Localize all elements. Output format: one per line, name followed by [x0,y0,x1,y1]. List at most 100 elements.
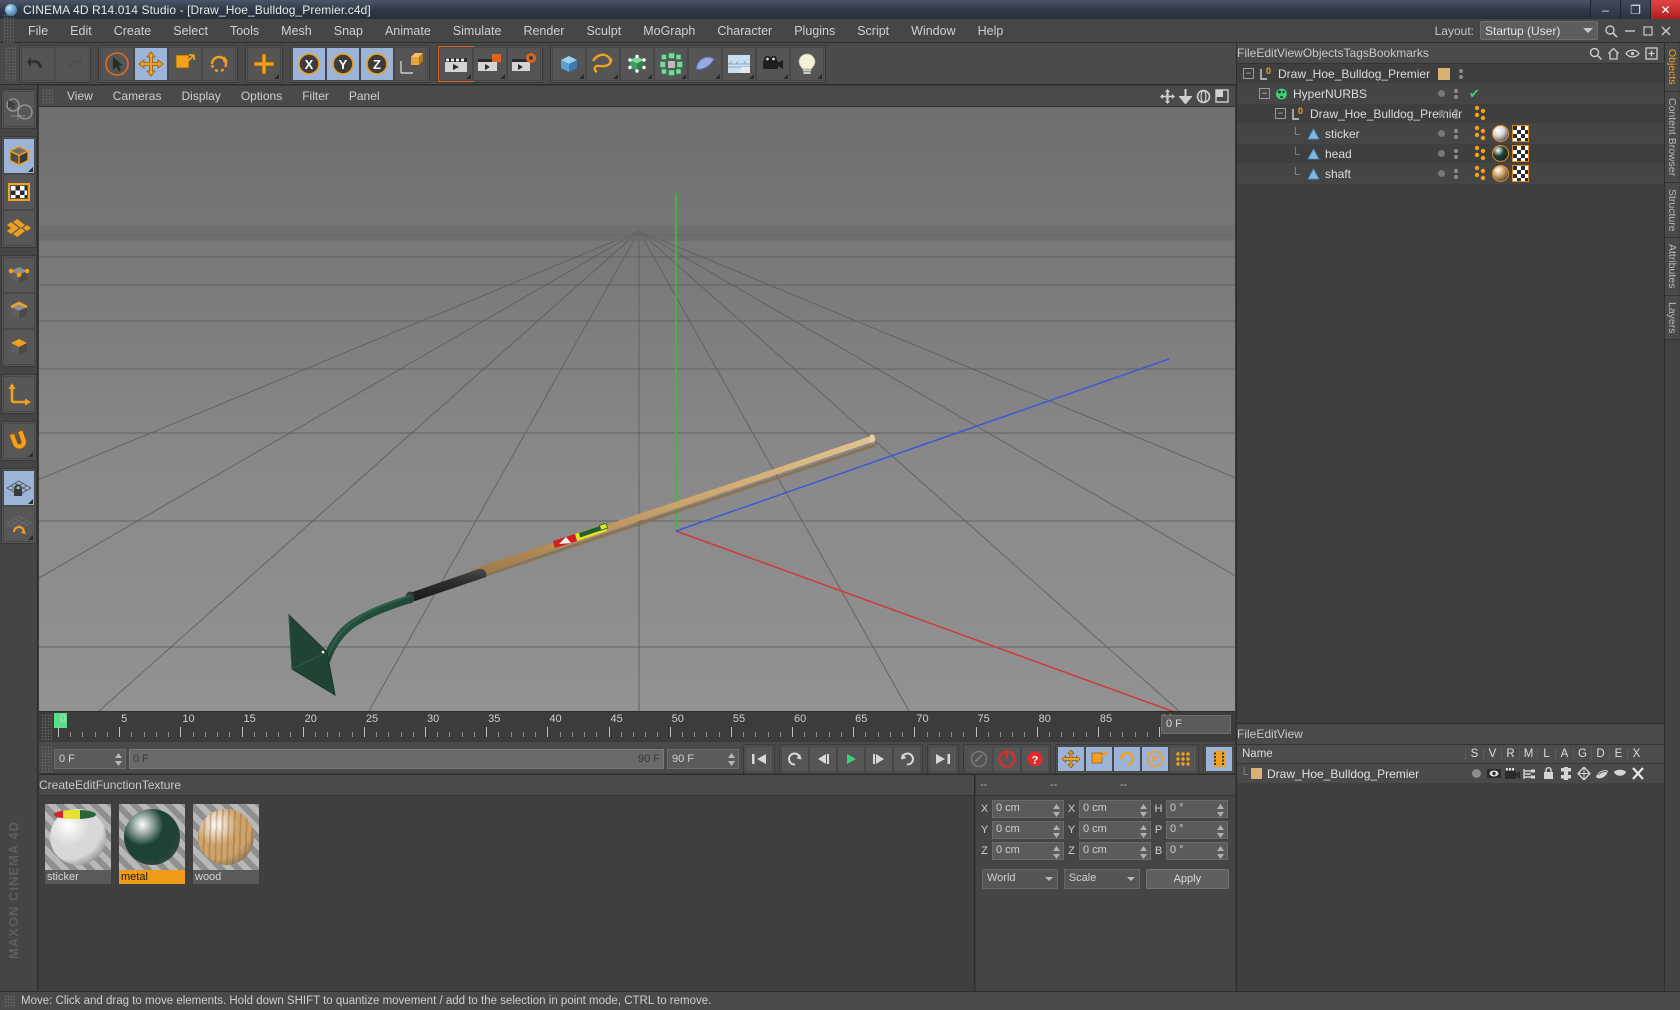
layer-column-g[interactable]: G [1573,748,1591,760]
viewport-menu-filter[interactable]: Filter [292,86,339,107]
layer-column-l[interactable]: L [1537,748,1555,760]
layer-column-x[interactable]: X [1627,748,1645,760]
workplane-button[interactable] [2,506,35,542]
menu-item-edit[interactable]: Edit [59,19,103,43]
object-menu-objects[interactable]: Objects [1303,46,1344,60]
menu-item-animate[interactable]: Animate [374,19,442,43]
orange-dots-icon[interactable] [1473,165,1489,182]
object-visibility-dot[interactable] [1438,170,1445,177]
menu-item-select[interactable]: Select [162,19,219,43]
scale-button[interactable] [168,46,202,81]
search-icon[interactable] [1604,24,1618,38]
layer-column-name[interactable]: Name [1237,748,1465,760]
coord-size-field-y[interactable]: 0 cm [1079,821,1151,839]
add-nurbs-button[interactable] [620,46,654,81]
coord-rotation-field-p[interactable]: 0 ° [1166,821,1228,839]
coord-position-field-y[interactable]: 0 cm [992,821,1064,839]
menu-item-mesh[interactable]: Mesh [270,19,323,43]
pan-icon[interactable] [1160,88,1175,104]
material-item-wood[interactable]: wood [193,804,259,984]
object-menu-view[interactable]: View [1277,46,1303,60]
record-param-button[interactable]: P [1141,745,1169,772]
viewport-menu-display[interactable]: Display [171,86,230,107]
object-visibility-dot[interactable] [1438,130,1445,137]
viewport-3d-canvas[interactable]: Perspective [39,107,1235,711]
lock-icon[interactable] [1539,767,1557,780]
goto-end-button[interactable] [929,745,957,772]
coord-position-field-x[interactable]: 0 cm [992,800,1064,818]
live-selection-button[interactable] [2,91,35,127]
maximize-button[interactable]: ❐ [1620,0,1650,19]
search-icon[interactable] [1589,47,1602,60]
spinner-icon[interactable] [115,752,122,766]
object-dot-column[interactable] [1459,68,1463,79]
object-dot-column[interactable] [1454,128,1458,139]
add-camera-button[interactable] [756,46,790,81]
lock-workplane-button[interactable] [2,470,35,506]
step-back-button[interactable] [809,745,837,772]
keyframe-selection-button[interactable]: ? [1021,745,1049,772]
loop-button[interactable] [893,745,921,772]
current-frame-field[interactable]: 0 F [54,748,126,769]
layer-column-a[interactable]: A [1555,748,1573,760]
undo-button[interactable] [21,46,55,81]
coord-rotation-field-h[interactable]: 0 ° [1166,800,1228,818]
object-row-draw-hoe-bulldog-premier[interactable]: − 0 Draw_Hoe_Bulldog_Premier [1237,64,1664,84]
dolly-icon[interactable] [1179,88,1192,104]
layer-menu-file[interactable]: File [1237,727,1256,741]
spinner-icon[interactable] [1217,825,1224,838]
tree-collapse-toggle[interactable]: − [1275,108,1286,119]
polygons-mode-button[interactable] [2,329,35,365]
autokey-button[interactable] [965,745,993,772]
object-visibility-dot[interactable] [1438,150,1445,157]
play-reverse-loop-button[interactable] [781,745,809,772]
x-axis-button[interactable]: X [292,46,326,81]
layer-menu-edit[interactable]: Edit [1256,727,1277,741]
step-forward-button[interactable] [865,745,893,772]
world-axis-button[interactable] [394,46,428,81]
object-row-head[interactable]: └ head [1237,144,1664,164]
layer-column-r[interactable]: R [1501,748,1519,760]
object-dot-column[interactable] [1454,108,1458,119]
layer-rows[interactable]: └ Draw_Hoe_Bulldog_Premier [1237,764,1664,783]
uvw-tag-icon[interactable] [1512,165,1529,182]
uvw-tag-icon[interactable] [1512,125,1529,142]
layer-row[interactable]: └ Draw_Hoe_Bulldog_Premier [1237,764,1664,783]
object-visibility-dot[interactable] [1438,90,1445,97]
material-item-metal[interactable]: metal [119,804,185,984]
object-tags[interactable] [1473,165,1529,182]
material-menu-texture[interactable]: Texture [142,778,181,792]
coord-rotation-field-b[interactable]: 0 ° [1166,842,1228,860]
move-button[interactable] [134,46,168,81]
object-visibility-dots[interactable] [1438,148,1458,159]
object-menu-file[interactable]: File [1237,46,1256,60]
spinner-icon[interactable] [1140,804,1147,817]
material-item-sticker[interactable]: sticker [45,804,111,984]
snap-magnet-button[interactable] [2,423,35,459]
material-list[interactable]: sticker metal wood [39,796,974,992]
layer-column-d[interactable]: D [1591,748,1609,760]
add-cube-button[interactable] [552,46,586,81]
menu-item-file[interactable]: File [17,19,59,43]
layout-dropdown[interactable]: Startup (User) [1480,21,1598,40]
edges-mode-button[interactable] [2,293,35,329]
transform-mode-dropdown[interactable]: Scale [1063,869,1140,889]
toolbar-grip[interactable] [5,46,16,81]
object-visibility-dots[interactable] [1438,108,1458,119]
timeline-ruler[interactable]: 051015202530354045505560657075808590 0 F [39,712,1235,742]
object-row-sticker[interactable]: └ sticker [1237,124,1664,144]
add-environment-button[interactable] [722,46,756,81]
tree-collapse-toggle[interactable]: − [1243,68,1254,79]
layer-color-swatch[interactable] [1438,67,1450,80]
manager-icon[interactable] [1521,768,1539,780]
animation-icon[interactable] [1557,767,1575,780]
goto-start-button[interactable] [745,745,773,772]
spinner-icon[interactable] [1053,846,1060,859]
object-row-hypernurbs[interactable]: − HyperNURBS ✔ [1237,84,1664,104]
y-axis-button[interactable]: Y [326,46,360,81]
add-deformer-button[interactable] [688,46,722,81]
end-frame-field[interactable]: 90 F [667,748,739,769]
layer-column-e[interactable]: E [1609,748,1627,760]
axis-mode-button[interactable] [2,376,35,412]
object-visibility-dots[interactable] [1438,168,1458,179]
